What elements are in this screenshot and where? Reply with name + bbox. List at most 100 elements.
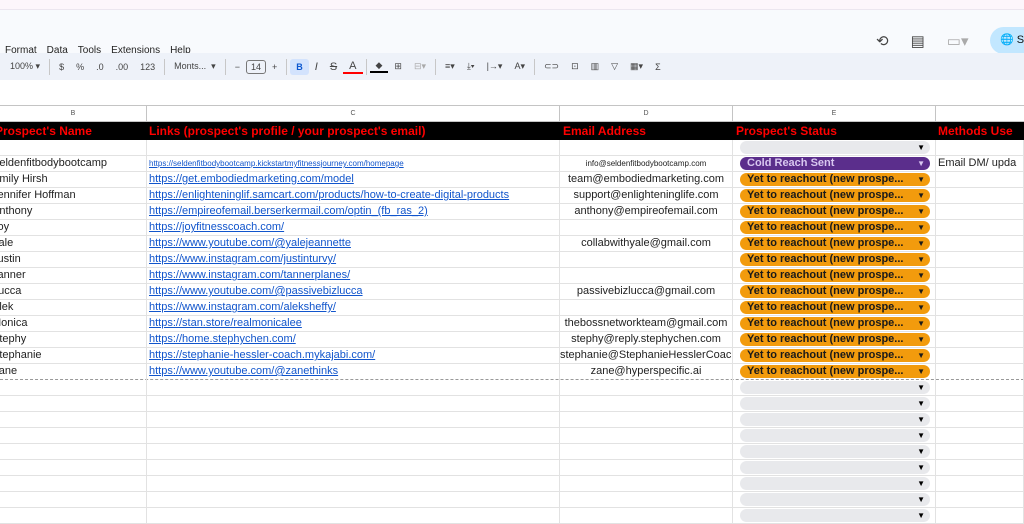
status-dropdown[interactable]: Yet to reachout (new prospe... ▼	[740, 189, 930, 202]
link-cell[interactable]: https://joyfitnesscoach.com/	[147, 220, 560, 236]
link-cell[interactable]: https://get.embodiedmarketing.com/model	[147, 172, 560, 188]
meet-icon[interactable]: ▭▾	[947, 32, 969, 50]
filter-icon[interactable]: ▽	[605, 61, 624, 72]
status-cell[interactable]: Yet to reachout (new prospe... ▼	[733, 316, 936, 332]
email-cell[interactable]: passivebizlucca@gmail.com	[560, 284, 733, 300]
text-rotation-icon[interactable]: A▾	[508, 61, 531, 72]
prospect-link[interactable]: https://home.stephychen.com/	[149, 333, 296, 345]
name-cell[interactable]: Stephy	[0, 332, 147, 348]
header-email[interactable]: Email Address	[560, 122, 733, 140]
status-dropdown[interactable]: Yet to reachout (new prospe... ▼	[740, 301, 930, 314]
name-cell[interactable]: Zane	[0, 364, 147, 380]
cell[interactable]	[560, 412, 733, 428]
methods-cell[interactable]	[936, 220, 1024, 236]
cell[interactable]	[936, 140, 1024, 156]
chart-icon[interactable]: ▥	[585, 61, 606, 72]
cell[interactable]	[0, 140, 147, 156]
cell[interactable]	[0, 508, 147, 524]
cell[interactable]	[147, 396, 560, 412]
name-cell[interactable]: Alek	[0, 300, 147, 316]
cell[interactable]	[936, 412, 1024, 428]
name-cell[interactable]: Emily Hirsh	[0, 172, 147, 188]
status-cell[interactable]: Yet to reachout (new prospe... ▼	[733, 220, 936, 236]
cell[interactable]	[936, 444, 1024, 460]
prospect-link[interactable]: https://get.embodiedmarketing.com/model	[149, 173, 354, 185]
email-cell[interactable]: anthony@empireofemail.com	[560, 204, 733, 220]
cell[interactable]	[147, 460, 560, 476]
status-cell[interactable]: Yet to reachout (new prospe... ▼	[733, 188, 936, 204]
status-dropdown[interactable]: Yet to reachout (new prospe... ▼	[740, 221, 930, 234]
status-cell[interactable]: Yet to reachout (new prospe... ▼	[733, 348, 936, 364]
header-methods[interactable]: Methods Use	[936, 122, 1024, 140]
status-cell[interactable]: ▼	[733, 380, 936, 396]
cell[interactable]	[560, 460, 733, 476]
cell[interactable]	[0, 412, 147, 428]
link-cell[interactable]: https://stephanie-hessler-coach.mykajabi…	[147, 348, 560, 364]
prospect-link[interactable]: https://www.youtube.com/@zanethinks	[149, 365, 338, 377]
status-cell[interactable]: Yet to reachout (new prospe... ▼	[733, 252, 936, 268]
name-cell[interactable]: Yale	[0, 236, 147, 252]
decrease-decimal-button[interactable]: .0	[90, 62, 110, 72]
email-cell[interactable]	[560, 220, 733, 236]
link-cell[interactable]: https://www.instagram.com/justinturvy/	[147, 252, 560, 268]
link-cell[interactable]: https://home.stephychen.com/	[147, 332, 560, 348]
status-cell[interactable]: ▼	[733, 396, 936, 412]
text-wrap-icon[interactable]: |→▾	[481, 61, 509, 72]
cell[interactable]	[0, 476, 147, 492]
cell[interactable]	[936, 396, 1024, 412]
status-cell[interactable]: Yet to reachout (new prospe... ▼	[733, 364, 936, 380]
vertical-align-icon[interactable]: ⤓▾	[461, 61, 481, 72]
methods-cell[interactable]	[936, 252, 1024, 268]
status-cell[interactable]: Yet to reachout (new prospe... ▼	[733, 284, 936, 300]
status-cell[interactable]: ▼	[733, 508, 936, 524]
number-format-button[interactable]: 123	[134, 62, 161, 72]
cell[interactable]	[560, 444, 733, 460]
cell[interactable]	[936, 380, 1024, 396]
prospect-link[interactable]: https://www.youtube.com/@passivebizlucca	[149, 285, 363, 297]
prospect-link[interactable]: https://stephanie-hessler-coach.mykajabi…	[149, 349, 375, 361]
methods-cell[interactable]	[936, 348, 1024, 364]
prospect-link[interactable]: https://www.instagram.com/aleksheffy/	[149, 301, 336, 313]
link-icon[interactable]: ⊂⊃	[538, 61, 565, 72]
font-size-decrease-button[interactable]: −	[229, 62, 246, 72]
email-cell[interactable]: stephy@reply.stephychen.com	[560, 332, 733, 348]
cell[interactable]	[936, 492, 1024, 508]
name-cell[interactable]: Seldenfitbodybootcamp	[0, 156, 147, 172]
methods-cell[interactable]	[936, 204, 1024, 220]
email-cell[interactable]: stephanie@StephanieHesslerCoach.com	[560, 348, 733, 364]
font-select[interactable]: Monts... ▾	[168, 61, 222, 72]
email-cell[interactable]: info@seldenfitbodybootcamp.com	[560, 156, 733, 172]
cell[interactable]	[560, 428, 733, 444]
comment-icon[interactable]: ⊡	[565, 61, 585, 72]
currency-button[interactable]: $	[53, 62, 70, 72]
status-dropdown[interactable]: Cold Reach Sent ▼	[740, 157, 930, 170]
status-cell[interactable]: Yet to reachout (new prospe... ▼	[733, 332, 936, 348]
cell[interactable]	[147, 428, 560, 444]
status-dropdown[interactable]: Yet to reachout (new prospe... ▼	[740, 173, 930, 186]
email-cell[interactable]: thebossnetworkteam@gmail.com	[560, 316, 733, 332]
email-cell[interactable]: collabwithyale@gmail.com	[560, 236, 733, 252]
status-dropdown[interactable]: ▼	[740, 461, 930, 474]
prospect-link[interactable]: https://stan.store/realmonicalee	[149, 317, 302, 329]
name-cell[interactable]: Stephanie	[0, 348, 147, 364]
header-links[interactable]: Links (prospect's profile / your prospec…	[147, 122, 560, 140]
cell[interactable]	[147, 476, 560, 492]
status-cell[interactable]: Yet to reachout (new prospe... ▼	[733, 300, 936, 316]
cell[interactable]	[560, 508, 733, 524]
prospect-link[interactable]: https://seldenfitbodybootcamp.kickstartm…	[149, 159, 404, 168]
font-size-increase-button[interactable]: +	[266, 62, 283, 72]
link-cell[interactable]: https://www.youtube.com/@passivebizlucca	[147, 284, 560, 300]
horizontal-align-icon[interactable]: ≡▾	[439, 61, 461, 72]
methods-cell[interactable]	[936, 284, 1024, 300]
status-dropdown[interactable]: ▼	[740, 141, 930, 154]
email-cell[interactable]	[560, 252, 733, 268]
methods-cell[interactable]	[936, 316, 1024, 332]
cell[interactable]	[147, 412, 560, 428]
methods-cell[interactable]	[936, 332, 1024, 348]
merge-cells-icon[interactable]: ⊟▾	[408, 61, 432, 72]
comments-icon[interactable]: ▤	[911, 32, 925, 50]
status-cell[interactable]: ▼	[733, 492, 936, 508]
link-cell[interactable]: https://www.instagram.com/tannerplanes/	[147, 268, 560, 284]
cell[interactable]	[0, 380, 147, 396]
cell[interactable]	[936, 460, 1024, 476]
